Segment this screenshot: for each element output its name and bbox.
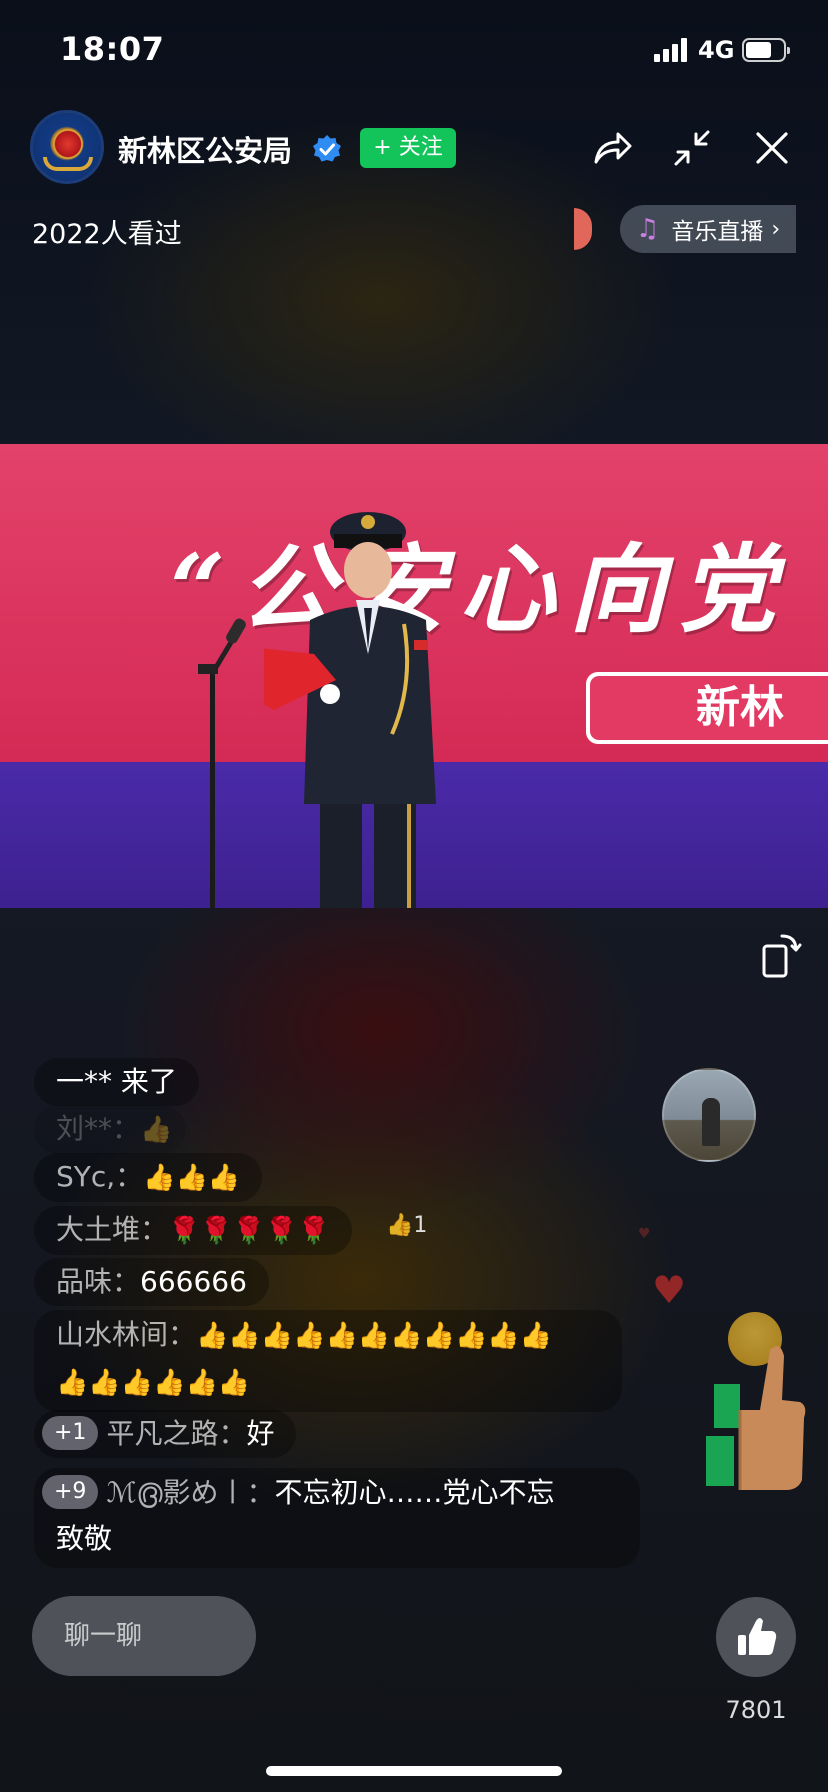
network-type: 4G xyxy=(698,36,735,64)
follow-button[interactable]: + 关注 xyxy=(360,128,456,168)
banner-subtitle-box: 新林 xyxy=(586,672,828,744)
microphone-stand xyxy=(198,618,246,908)
comment-item: 大土堆：🌹🌹🌹🌹🌹 xyxy=(34,1206,352,1255)
minimize-icon[interactable] xyxy=(668,124,716,172)
fan-level-badge: +1 xyxy=(42,1416,99,1450)
like-count: 7801 xyxy=(725,1696,787,1724)
channel-name[interactable]: 新林区公安局 xyxy=(118,128,292,170)
comment-item: +9 ℳ൫影め㇑：不忘初心……党心不忘 致敬 xyxy=(34,1468,640,1568)
home-indicator[interactable] xyxy=(266,1766,562,1776)
police-emblem-icon xyxy=(53,129,83,159)
comment-item: SYc,：👍👍👍 xyxy=(34,1153,263,1202)
thumbs-up-animation-icon xyxy=(706,1346,806,1490)
status-bar: 18:07 4G xyxy=(0,0,828,100)
comment-item: 品味：666666 xyxy=(34,1258,269,1306)
host-avatar[interactable] xyxy=(662,1068,756,1162)
floating-heart-icon: ♥ xyxy=(638,1226,651,1242)
chat-input[interactable]: 聊一聊 xyxy=(32,1596,256,1676)
music-live-label: 音乐直播 xyxy=(671,219,764,245)
music-live-button[interactable]: ♫ 音乐直播 › xyxy=(620,205,796,253)
gift-indicator[interactable] xyxy=(574,208,592,250)
fan-level-badge: +9 xyxy=(42,1475,99,1509)
close-icon[interactable] xyxy=(748,124,796,172)
floating-heart-icon: ♥ xyxy=(652,1268,687,1312)
speaker-officer xyxy=(264,512,436,908)
comment-item: +1 平凡之路：好 xyxy=(34,1410,297,1458)
comment-item: 山水林间：👍👍👍👍👍👍👍👍👍👍👍 👍👍👍👍👍👍 xyxy=(34,1310,622,1412)
comment-like-count: 👍1 xyxy=(386,1213,428,1238)
cellular-signal-icon xyxy=(654,38,690,62)
rotate-screen-icon[interactable] xyxy=(760,932,802,978)
comment-item: 刘**：👍 xyxy=(34,1105,187,1154)
like-button[interactable] xyxy=(716,1597,796,1677)
status-time: 18:07 xyxy=(60,30,165,68)
comment-item: 一** 来了 xyxy=(34,1058,199,1106)
music-note-icon: ♫ xyxy=(636,214,660,244)
viewer-count: 2022人看过 xyxy=(32,219,182,250)
share-icon[interactable] xyxy=(588,124,636,172)
channel-avatar[interactable] xyxy=(30,110,104,184)
thumbs-up-icon xyxy=(738,1618,777,1655)
battery-icon xyxy=(742,38,790,62)
thumbs-up-icon: 👍 xyxy=(386,1213,414,1238)
live-video[interactable]: “公安心向党 新林 xyxy=(0,444,828,908)
banner-subtitle: 新林 xyxy=(590,676,828,740)
chevron-right-icon: › xyxy=(771,216,781,242)
verified-badge-icon xyxy=(313,135,341,162)
